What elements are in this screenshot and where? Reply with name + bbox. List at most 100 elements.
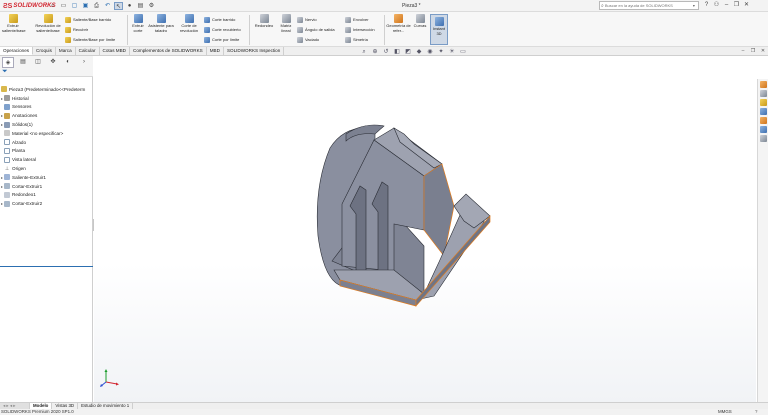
instant3d-button[interactable]: Instant 3D (430, 14, 448, 45)
dimxpert-tab[interactable]: ✥ (47, 57, 59, 68)
tree-item-history[interactable]: ▸ Historial (0, 94, 93, 103)
linear-pattern-button[interactable]: Matriz lineal (278, 14, 294, 33)
rollback-bar[interactable] (0, 266, 93, 267)
display-manager-tab[interactable]: ◐ (62, 57, 74, 68)
tab-cotas-mbd[interactable]: Cotas MBD (100, 47, 131, 55)
lofted-cut-button[interactable]: Corte recubierto (204, 26, 241, 33)
swept-cut-button[interactable]: Corte barrido (204, 16, 235, 23)
tree-item-material[interactable]: Material <no especificar> (0, 129, 93, 138)
boundary-boss-button[interactable]: Saliente/Base por límite (65, 36, 115, 43)
tree-item-fillet1[interactable]: Redondeo1 (0, 191, 93, 200)
tree-item-cut-extrude1[interactable]: ▸ Cortar-Extruir1 (0, 182, 93, 191)
previous-view-icon[interactable]: ↺ (382, 48, 390, 56)
panel-more-button[interactable]: › (80, 57, 88, 68)
wrap-button[interactable]: Envolver (345, 16, 369, 23)
section-view-icon[interactable]: ◧ (393, 48, 401, 56)
property-manager-tab[interactable]: ▤ (17, 57, 29, 68)
boundary-cut-button[interactable]: Corte por límite (204, 36, 239, 43)
swept-cut-label: Corte barrido (212, 17, 236, 22)
model-view[interactable] (94, 56, 756, 402)
lofted-boss-button[interactable]: Recubrir (65, 26, 88, 33)
close-icon[interactable]: ✕ (743, 1, 750, 10)
swept-boss-button[interactable]: Saliente/Base barrido (65, 16, 111, 23)
configuration-manager-tab[interactable]: ◫ (32, 57, 44, 68)
viewport-minimize-icon[interactable]: – (740, 48, 746, 54)
forum-icon[interactable] (759, 135, 767, 142)
tab-calcular[interactable]: Calcular (76, 47, 100, 55)
tree-item-solid-bodies[interactable]: ▸ Sólidos(1) (0, 120, 93, 129)
scene-icon[interactable]: ☀ (448, 48, 456, 56)
status-units[interactable]: MMGS (718, 409, 732, 415)
intersect-button[interactable]: Intersección (345, 26, 375, 33)
filter-icon[interactable]: ⏷ (2, 68, 8, 76)
tree-item-sensors[interactable]: Sensores (0, 103, 93, 112)
tree-item-right-plane[interactable]: Vista lateral (0, 155, 93, 164)
revolve-cut-button[interactable]: Corte de revolución (176, 14, 202, 33)
tab-croquis[interactable]: Croquis (33, 47, 56, 55)
new-icon[interactable]: ▭ (59, 2, 68, 10)
file-properties-icon[interactable]: ▤ (136, 2, 145, 10)
tree-item-annotations[interactable]: ▸ Anotaciones (0, 111, 93, 120)
tab-complementos[interactable]: Complementos de SOLIDWORKS (130, 47, 207, 55)
open-icon[interactable]: ▢ (70, 2, 79, 10)
rib-button[interactable]: Nervio (297, 16, 317, 23)
fillet-button[interactable]: Redondeo (252, 14, 276, 29)
tab-marca[interactable]: Marca (56, 47, 76, 55)
save-icon[interactable]: ▣ (81, 2, 90, 10)
rebuild-icon[interactable]: ● (125, 2, 134, 10)
appearance-icon[interactable]: ✦ (437, 48, 445, 56)
tree-item-front-plane[interactable]: Alzado (0, 138, 93, 147)
display-style-icon[interactable]: ◆ (415, 48, 423, 56)
tree-item-top-plane[interactable]: Planta (0, 147, 93, 156)
tree-item-boss-extrude1[interactable]: ▸ Saliente-Extruir1 (0, 173, 93, 182)
zoom-area-icon[interactable]: ⊕ (371, 48, 379, 56)
search-input[interactable] (604, 3, 693, 8)
view-palette-icon[interactable] (759, 108, 767, 115)
ribbon-separator (249, 15, 250, 45)
feature-manager-tab[interactable]: ◈ (2, 57, 14, 68)
custom-properties-icon[interactable] (759, 126, 767, 133)
tree-root-part[interactable]: Pieza3 (Predeterminado<<Predeterm (0, 85, 93, 94)
undo-icon[interactable]: ↶ (103, 2, 112, 10)
shell-button[interactable]: Vaciado (297, 36, 319, 43)
curves-button[interactable]: Curvas (412, 14, 428, 29)
revolve-boss-button[interactable]: Revolución de saliente/base (33, 14, 63, 33)
tree-item-cut-extrude2[interactable]: ▸ Cortar-Extruir2 (0, 199, 93, 208)
display-manager-icon: ◐ (66, 59, 70, 65)
file-explorer-icon[interactable] (759, 99, 767, 106)
reference-geometry-button[interactable]: Geometría de refer... (386, 14, 411, 33)
scroll-left-icon[interactable]: ◂ ▸ ◂ ▸ (3, 403, 15, 408)
zoom-to-fit-icon[interactable]: ⌕ (360, 48, 368, 56)
hole-wizard-button[interactable]: Asistente para taladro (148, 14, 174, 33)
home-icon[interactable]: ⌂ (48, 2, 57, 10)
extrude-cut-button[interactable]: Extruir corte (129, 14, 147, 33)
solidworks-resources-icon[interactable] (759, 81, 767, 88)
minimize-icon[interactable]: – (723, 1, 730, 10)
options-icon[interactable]: ⚙ (147, 2, 156, 10)
tab-inspection[interactable]: SOLIDWORKS Inspection (224, 47, 285, 55)
help-icon[interactable]: ? (703, 1, 710, 10)
search-box[interactable]: ⌕ ▾ (599, 1, 699, 10)
tab-operaciones[interactable]: Operaciones (0, 47, 34, 55)
graphics-area[interactable] (94, 56, 756, 402)
appearances-icon[interactable] (759, 117, 767, 124)
select-icon[interactable]: ↖ (114, 2, 123, 10)
hide-show-icon[interactable]: ◉ (426, 48, 434, 56)
design-library-icon[interactable] (759, 90, 767, 97)
tab-mbd[interactable]: MBD (207, 47, 224, 55)
viewport-close-icon[interactable]: ✕ (760, 48, 766, 54)
extrude-boss-button[interactable]: Extruir saliente/base (2, 14, 26, 33)
chevron-down-icon[interactable]: ▾ (693, 3, 695, 8)
status-help-icon[interactable]: ? (755, 409, 757, 415)
draft-button[interactable]: Ángulo de salida (297, 26, 335, 33)
viewport-restore-icon[interactable]: ❐ (750, 48, 756, 54)
mirror-button[interactable]: Simetría (345, 36, 368, 43)
tree-item-label: Sensores (12, 104, 32, 110)
view-orientation-icon[interactable]: ◩ (404, 48, 412, 56)
tree-item-origin[interactable]: ⊥ Origen (0, 164, 93, 173)
print-icon[interactable]: ⎙ (92, 2, 101, 10)
restore-icon[interactable]: ❐ (733, 1, 740, 10)
annotations-icon (4, 112, 10, 119)
user-icon[interactable]: ⚇ (713, 1, 720, 10)
view-settings-icon[interactable]: ▭ (459, 48, 467, 56)
